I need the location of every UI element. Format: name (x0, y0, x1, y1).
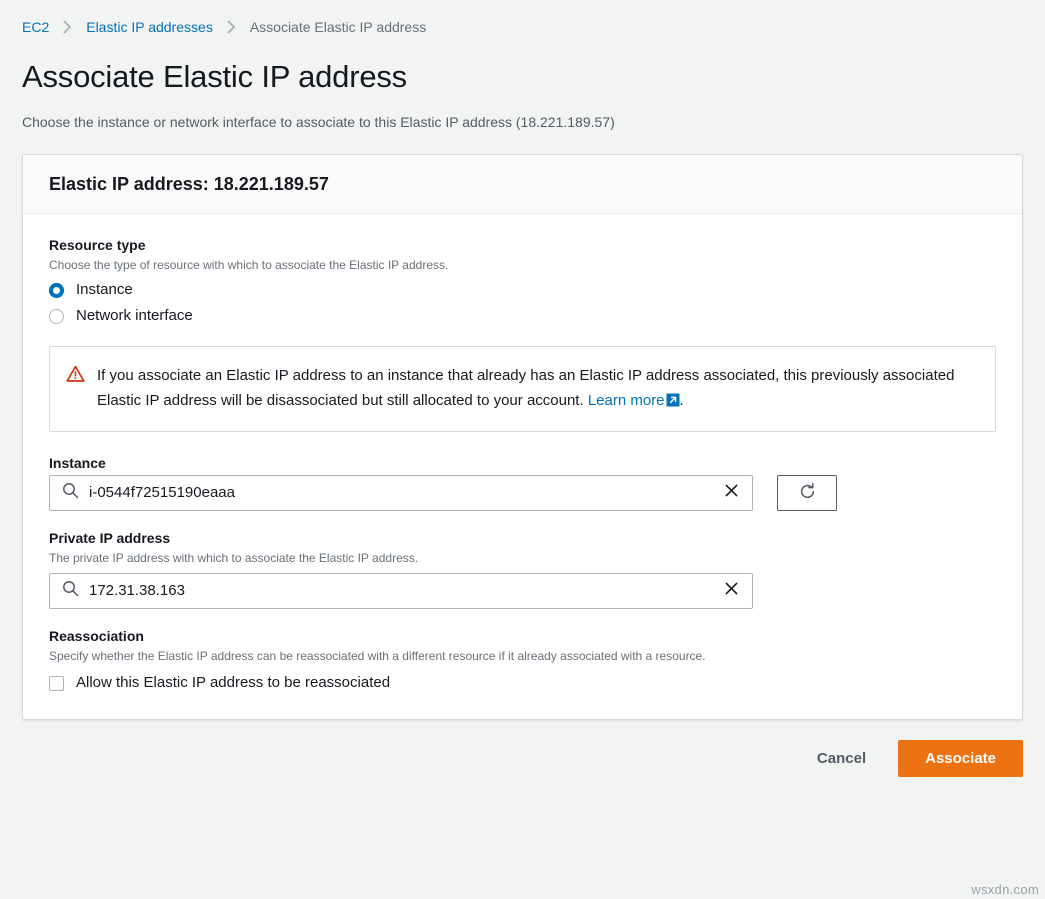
reassociation-hint: Specify whether the Elastic IP address c… (49, 649, 706, 663)
reassociation-label: Reassociation (49, 628, 144, 644)
external-link-icon[interactable] (666, 390, 680, 415)
card-body: Resource type Choose the type of resourc… (23, 214, 1022, 719)
private-ip-section: Private IP address The private IP addres… (49, 529, 996, 609)
reassociation-checkbox-label: Allow this Elastic IP address to be reas… (76, 674, 391, 691)
private-ip-input-value: 172.31.38.163 (89, 582, 185, 599)
associate-form-card: Elastic IP address: 18.221.189.57 Resour… (22, 154, 1023, 720)
chevron-right-icon (63, 20, 72, 34)
warning-alert: If you associate an Elastic IP address t… (49, 346, 996, 432)
search-icon (62, 482, 79, 504)
instance-input[interactable]: i-0544f72515190eaaa (49, 475, 753, 511)
close-icon[interactable] (723, 580, 740, 602)
card-header: Elastic IP address: 18.221.189.57 (23, 155, 1022, 214)
refresh-icon (798, 482, 817, 504)
page-title: Associate Elastic IP address (22, 59, 407, 94)
resource-type-hint: Choose the type of resource with which t… (49, 258, 449, 272)
radio-network-interface-label: Network interface (76, 307, 193, 324)
card-heading: Elastic IP address: 18.221.189.57 (49, 174, 329, 194)
instance-label: Instance (49, 455, 106, 471)
reassociation-checkbox-row[interactable]: Allow this Elastic IP address to be reas… (49, 673, 996, 693)
instance-section: Instance i-0544f72515190eaaa (49, 454, 996, 511)
breadcrumb-item-elastic-ip-addresses[interactable]: Elastic IP addresses (86, 18, 213, 36)
learn-more-link[interactable]: Learn more (588, 392, 665, 409)
instance-input-row: i-0544f72515190eaaa (49, 475, 996, 511)
radio-option-network-interface[interactable]: Network interface (49, 306, 996, 326)
search-icon (62, 580, 79, 602)
close-icon[interactable] (723, 482, 740, 504)
cancel-button[interactable]: Cancel (807, 742, 876, 775)
private-ip-label: Private IP address (49, 530, 171, 546)
associate-button[interactable]: Associate (898, 740, 1023, 777)
radio-option-instance[interactable]: Instance (49, 280, 996, 300)
warning-alert-trailing: . (679, 392, 684, 409)
resource-type-section: Resource type Choose the type of resourc… (49, 236, 996, 326)
refresh-instances-button[interactable] (777, 475, 837, 511)
warning-alert-text: If you associate an Elastic IP address t… (97, 363, 977, 415)
private-ip-input[interactable]: 172.31.38.163 (49, 573, 753, 609)
form-actions: Cancel Associate (0, 740, 1023, 777)
page-description: Choose the instance or network interface… (22, 114, 615, 130)
breadcrumb: EC2 Elastic IP addresses Associate Elast… (0, 0, 1045, 36)
radio-instance-label: Instance (76, 281, 133, 298)
reassociation-checkbox[interactable] (49, 675, 64, 691)
watermark: wsxdn.com (971, 882, 1039, 897)
warning-alert-message: If you associate an Elastic IP address t… (97, 367, 955, 409)
chevron-right-icon (227, 20, 236, 34)
private-ip-hint: The private IP address with which to ass… (49, 551, 419, 565)
warning-triangle-icon (66, 365, 85, 388)
radio-network-interface-indicator[interactable] (49, 308, 64, 324)
breadcrumb-item-current: Associate Elastic IP address (249, 19, 427, 35)
instance-input-value: i-0544f72515190eaaa (89, 484, 235, 501)
reassociation-section: Reassociation Specify whether the Elasti… (49, 627, 996, 693)
radio-instance-indicator[interactable] (49, 282, 64, 298)
breadcrumb-item-ec2[interactable]: EC2 (22, 18, 49, 36)
resource-type-label: Resource type (49, 237, 146, 253)
